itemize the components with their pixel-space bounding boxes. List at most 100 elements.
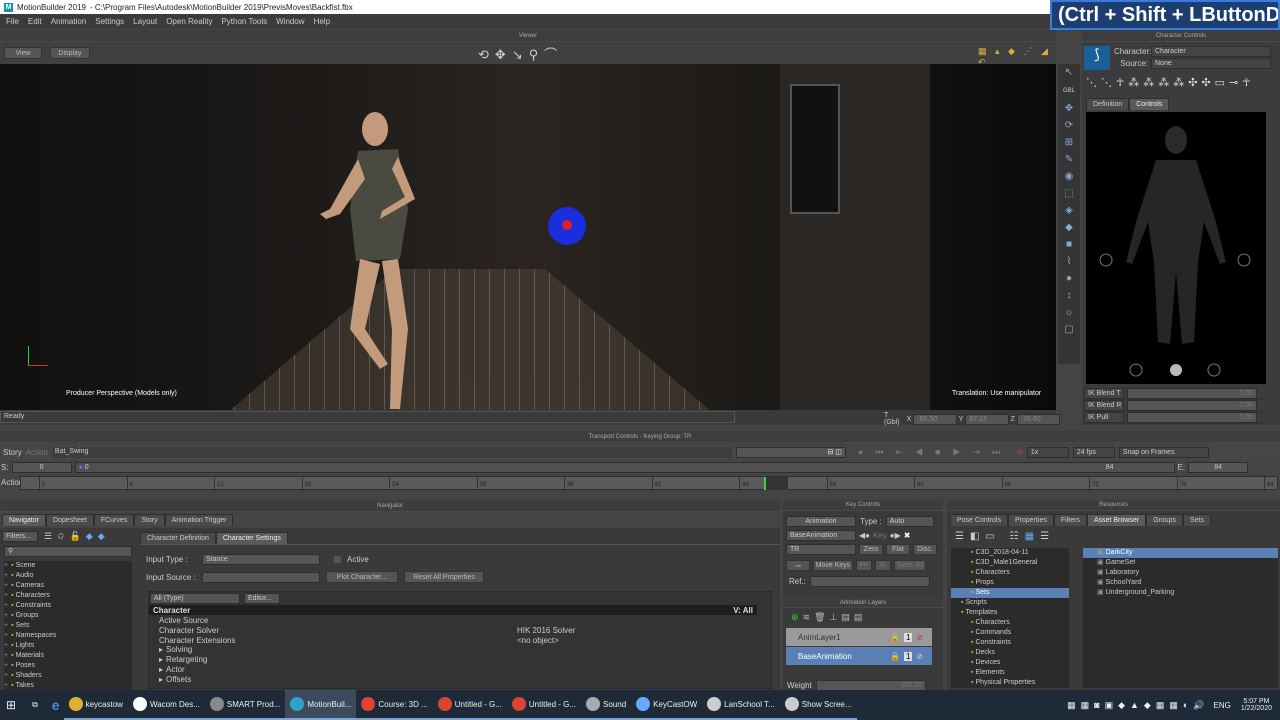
tab-properties[interactable]: Properties xyxy=(1007,514,1054,526)
expand-arrow-icon[interactable]: ▸ xyxy=(159,665,163,674)
property-row[interactable]: Character Solver HIK 2016 Solver xyxy=(149,625,757,635)
tab-animation-trigger[interactable]: Animation Trigger xyxy=(164,514,234,526)
input-type-select[interactable]: Stance xyxy=(202,554,320,565)
expand-icon[interactable]: + xyxy=(4,612,8,619)
tree-item-poses[interactable]: + ▪ Poses xyxy=(4,661,132,671)
expand-icon[interactable]: + xyxy=(4,562,8,569)
subgroup-retargeting[interactable]: ▸ Retargeting xyxy=(149,655,771,665)
taskbar-app[interactable]: Course: 3D ... xyxy=(356,690,433,720)
asset-folder[interactable]: ▪ C3D_2018-04-11 xyxy=(951,548,1069,558)
tab-asset-browser[interactable]: Asset Browser xyxy=(1086,514,1147,526)
clock[interactable]: 5:07 PM 1/22/2020 xyxy=(1241,698,1272,712)
character-tool-icons[interactable]: ⋱⋱☥⁂⁂⁂⁂✣✣▭⊸☥ xyxy=(1086,76,1254,89)
tree-item-namespaces[interactable]: + ▪ Namespaces xyxy=(4,631,132,641)
snap-select[interactable]: Snap on Frames xyxy=(1118,447,1209,458)
menu-layout[interactable]: Layout xyxy=(133,17,157,26)
property-value[interactable]: HIK 2016 Solver xyxy=(517,626,575,635)
expand-icon[interactable]: + xyxy=(4,652,8,659)
taskbar-app[interactable]: SMART Prod... xyxy=(204,690,286,720)
sync-all-button[interactable]: Sync. All xyxy=(894,560,926,571)
tab-pose-controls[interactable]: Pose Controls xyxy=(950,514,1008,526)
language-indicator[interactable]: ENG xyxy=(1214,701,1231,710)
expand-icon[interactable]: + xyxy=(4,672,8,679)
expand-icon[interactable]: + xyxy=(4,592,8,599)
plot-character-button[interactable]: Plot Character... xyxy=(326,571,398,583)
zoom-icon[interactable]: ⚲ xyxy=(529,47,545,62)
speed-select[interactable]: 1x xyxy=(1026,447,1069,458)
taskbar-app[interactable]: LanSchool T... xyxy=(702,690,780,720)
ik-value-slider[interactable]: 0.00 xyxy=(1127,412,1257,423)
asset-folder[interactable]: ▪ Decks xyxy=(951,648,1069,658)
filters-button[interactable]: Filters... xyxy=(2,531,38,542)
gbl-label[interactable]: GBL xyxy=(1063,88,1075,94)
subgroup-offsets[interactable]: ▸ Offsets xyxy=(149,675,771,685)
layout-toggle-icons[interactable]: ⊟ ◫ xyxy=(735,447,846,458)
tree-item-lights[interactable]: + ▪ Lights xyxy=(4,641,132,651)
asset-folder[interactable]: ▪ Props xyxy=(951,578,1069,588)
animation-layer[interactable]: AnimLayer1 🔒 1 ⊘ xyxy=(786,628,932,646)
asset-file[interactable]: ▣ Underground_Parking xyxy=(1083,588,1278,598)
system-tray-icons[interactable]: ▦▦◙▣◆▲◆▦▦◐🔊 xyxy=(1067,700,1209,711)
type-select[interactable]: Auto xyxy=(885,516,934,527)
tab-character-settings[interactable]: Character Settings xyxy=(215,532,288,544)
navigation-tools[interactable]: ⟲✥↘⚲⌒ xyxy=(478,44,563,63)
key-button[interactable]: Key xyxy=(873,531,887,540)
asset-folder[interactable]: ▪ Devices xyxy=(951,658,1069,668)
3d-viewport[interactable]: Producer Perspective (Models only) Trans… xyxy=(0,64,1056,410)
tab-character-definition[interactable]: Character Definition xyxy=(140,532,216,544)
tab-fcurves[interactable]: FCurves xyxy=(93,514,135,526)
prev-key-icon[interactable]: ◀● xyxy=(859,531,870,540)
take-select[interactable]: Bat_Swing xyxy=(51,447,732,458)
menu-help[interactable]: Help xyxy=(314,17,330,26)
view-button[interactable]: View xyxy=(4,47,42,59)
loop-icon[interactable]: ⟲ xyxy=(1016,448,1023,457)
asset-folder[interactable]: ▪ Constraints xyxy=(951,638,1069,648)
story-toggle[interactable]: Story xyxy=(3,448,22,457)
expand-arrow-icon[interactable]: ▸ xyxy=(159,675,163,684)
task-view-icon[interactable]: ⧉ xyxy=(32,700,38,710)
menu-edit[interactable]: Edit xyxy=(28,17,42,26)
pan-icon[interactable]: ✥ xyxy=(495,47,512,62)
source-select[interactable]: None xyxy=(1151,58,1271,69)
taskbar-app[interactable]: KeyCastOW xyxy=(631,690,703,720)
expand-icon[interactable]: + xyxy=(4,662,8,669)
taskbar-app[interactable]: MotionBuil... xyxy=(285,690,357,720)
expand-icon[interactable]: + xyxy=(4,682,8,689)
character-icon-button[interactable]: ⟆ xyxy=(1084,46,1110,70)
reset-all-properties-button[interactable]: Reset All Properties xyxy=(404,571,484,583)
menu-python-tools[interactable]: Python Tools xyxy=(221,17,267,26)
type-filter-select[interactable]: All (Type) xyxy=(150,593,240,604)
group-character[interactable]: Character xyxy=(153,606,190,615)
ik-value-slider[interactable]: 0.00 xyxy=(1127,388,1257,399)
tab-controls[interactable]: Controls xyxy=(1129,98,1170,110)
start-icon[interactable]: ⊞ xyxy=(6,698,16,712)
next-key-icon[interactable]: ●▶ xyxy=(890,531,901,540)
character-control-rig[interactable] xyxy=(1086,112,1266,384)
display-button[interactable]: Display xyxy=(50,47,90,59)
taskbar-app[interactable]: keycastow xyxy=(63,690,128,720)
lock-icon[interactable]: 🔒 xyxy=(890,652,900,661)
asset-folder[interactable]: ▪ C3D_Male1General xyxy=(951,558,1069,568)
solo-toggle[interactable]: 1 xyxy=(903,651,913,661)
layer-tool-icons[interactable]: ⊕≋🗑⊥▤▤ xyxy=(791,612,866,623)
character-model[interactable] xyxy=(320,89,430,409)
move-keys-button[interactable]: Move Keys xyxy=(813,560,853,571)
property-value[interactable]: <no object> xyxy=(517,636,559,645)
tree-item-materials[interactable]: + ▪ Materials xyxy=(4,651,132,661)
tab-groups[interactable]: Groups xyxy=(1146,514,1184,526)
expand-icon[interactable]: + xyxy=(4,632,8,639)
dolly-icon[interactable]: ↘ xyxy=(512,47,529,62)
tree-item-scene[interactable]: + ▪ Scene xyxy=(4,561,132,571)
lock-icon[interactable]: 🔒 xyxy=(890,633,900,642)
expand-arrow-icon[interactable]: ▸ xyxy=(159,655,163,664)
body-silhouette-icon[interactable] xyxy=(1086,112,1266,384)
start-field[interactable]: 0 xyxy=(11,461,72,473)
menu-open-reality[interactable]: Open Reality xyxy=(166,17,212,26)
tree-item-cameras[interactable]: + ▪ Cameras xyxy=(4,581,132,591)
active-checkbox[interactable] xyxy=(334,556,341,563)
animation-layer[interactable]: BaseAnimation 🔒 1 ⊘ xyxy=(786,647,932,665)
expand-icon[interactable]: + xyxy=(4,622,8,629)
layer-select[interactable]: BaseAnimation xyxy=(786,530,856,541)
edge-icon[interactable]: e xyxy=(52,697,60,713)
property-row[interactable]: Active Source xyxy=(149,615,757,625)
